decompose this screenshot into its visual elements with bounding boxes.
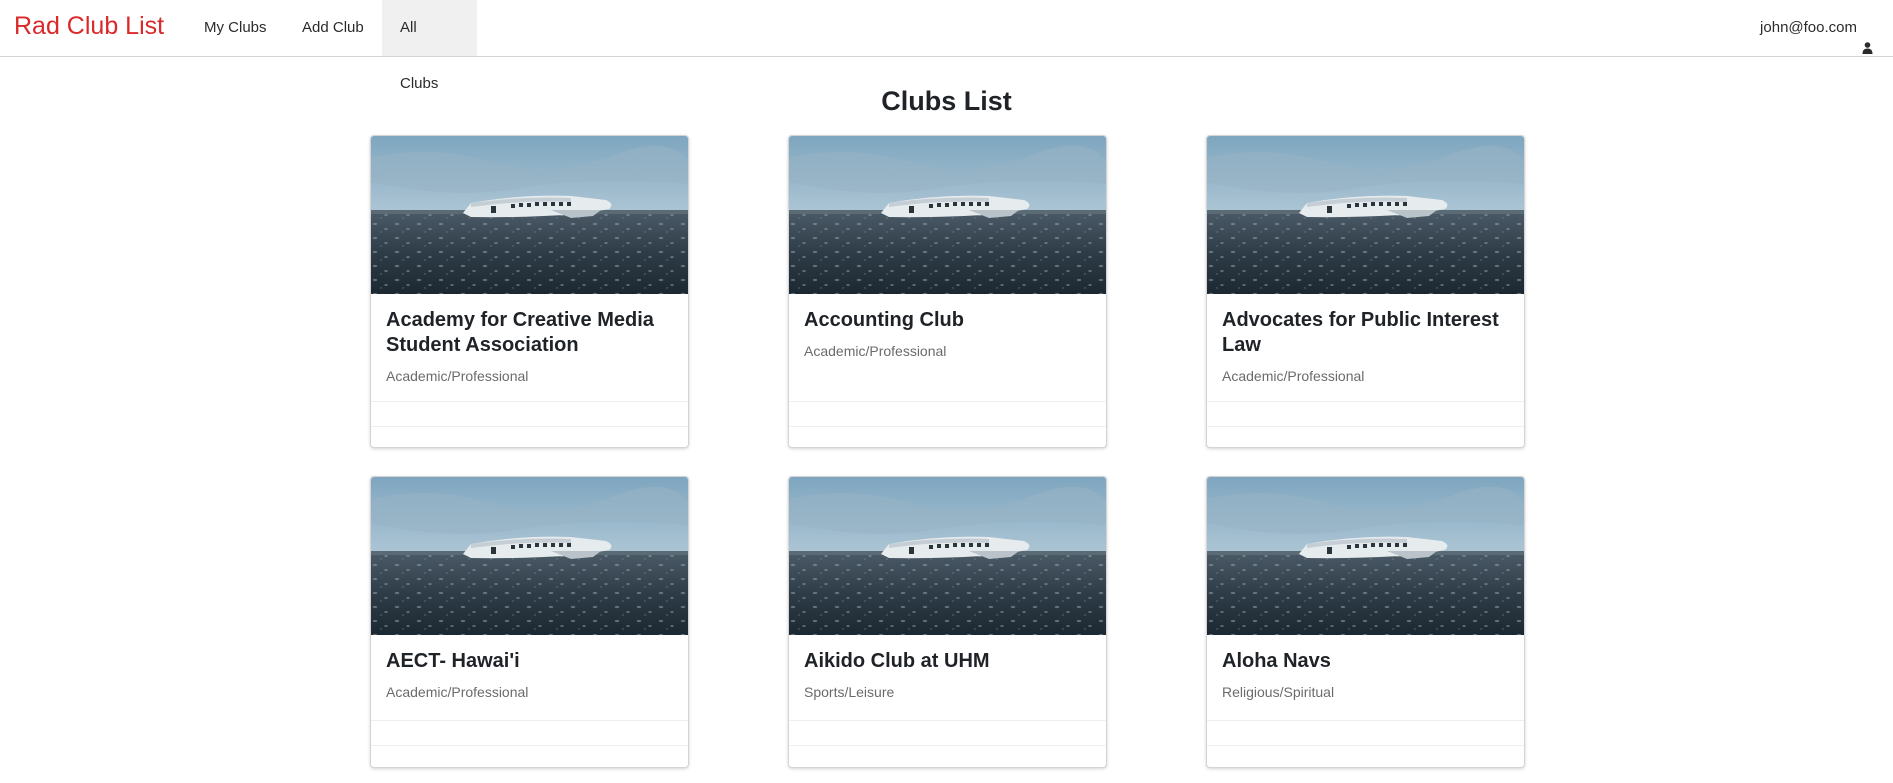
club-category: Religious/Spiritual (1222, 684, 1335, 700)
user-menu[interactable]: john@foo.com (1760, 0, 1873, 56)
club-card[interactable]: Advocates for Public Interest Law Academ… (1206, 135, 1525, 448)
club-card[interactable]: AECT- Hawai'i Academic/Professional (370, 476, 689, 768)
card-divider (371, 426, 688, 427)
club-card-image (789, 136, 1106, 294)
brand-logo[interactable]: Rad Club List (14, 12, 164, 41)
card-divider (789, 426, 1106, 427)
club-card[interactable]: Academy for Creative Media Student Assoc… (370, 135, 689, 448)
card-divider (1207, 720, 1524, 721)
club-card-image (1207, 136, 1524, 294)
card-divider (1207, 401, 1524, 402)
card-divider (789, 745, 1106, 746)
club-name: Aikido Club at UHM (804, 650, 990, 672)
club-card[interactable]: Aloha Navs Religious/Spiritual (1206, 476, 1525, 768)
club-category: Academic/Professional (1222, 368, 1365, 384)
club-card-image (371, 477, 688, 635)
club-category: Academic/Professional (386, 684, 529, 700)
card-divider (1207, 426, 1524, 427)
club-category: Sports/Leisure (804, 684, 895, 700)
club-name: Academy for Creative Media Student Assoc… (386, 309, 654, 356)
club-card-image (1207, 477, 1524, 635)
club-name: Advocates for Public Interest Law (1222, 309, 1499, 356)
club-card-image (789, 477, 1106, 635)
club-category: Academic/Professional (386, 368, 529, 384)
card-divider (789, 720, 1106, 721)
club-card-image (371, 136, 688, 294)
club-name: AECT- Hawai'i (386, 650, 520, 672)
user-icon (1862, 22, 1873, 54)
club-name: Accounting Club (804, 309, 964, 331)
page-title: Clubs List (881, 86, 1012, 116)
club-category: Academic/Professional (804, 343, 947, 359)
club-card[interactable]: Accounting Club Academic/Professional (788, 135, 1107, 448)
card-divider (789, 401, 1106, 402)
club-card[interactable]: Aikido Club at UHM Sports/Leisure (788, 476, 1107, 768)
club-name: Aloha Navs (1222, 650, 1331, 672)
card-divider (371, 745, 688, 746)
user-email: john@foo.com (1760, 19, 1857, 36)
nav-my-clubs[interactable]: My Clubs (186, 0, 285, 56)
nav-all-clubs[interactable]: All Clubs (382, 0, 477, 92)
nav-add-club[interactable]: Add Club (284, 0, 382, 56)
card-divider (1207, 745, 1524, 746)
top-navbar: Rad Club List My Clubs Add Club All Club… (0, 0, 1893, 92)
card-divider (371, 401, 688, 402)
card-divider (371, 720, 688, 721)
